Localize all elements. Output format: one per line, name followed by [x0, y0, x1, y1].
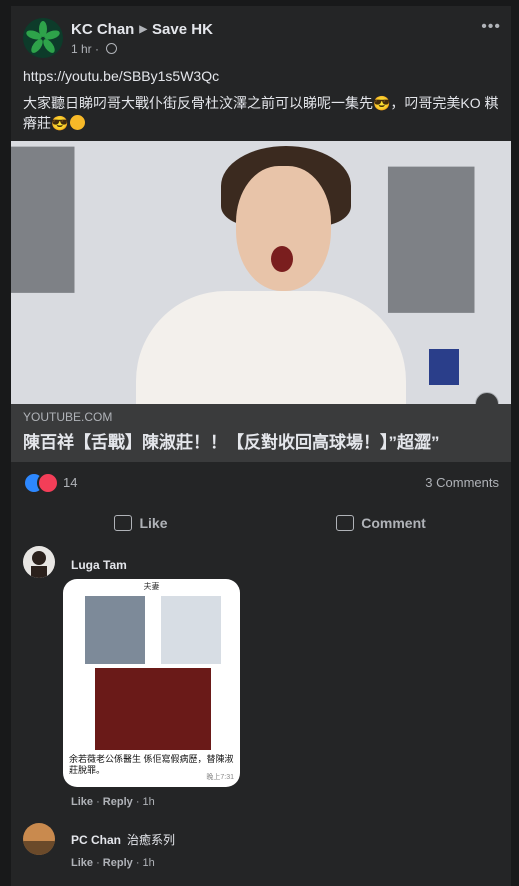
- link-title[interactable]: 陳百祥【舌戰】陳淑莊！！【反對收回高球場！】”超澀”: [23, 428, 440, 453]
- thumbnail-sprite: [429, 349, 459, 385]
- link-preview[interactable]: YOUTUBE.COM 陳百祥【舌戰】陳淑莊！！【反對收回高球場！】”超澀”: [11, 404, 511, 462]
- post-time[interactable]: 1 hr: [71, 42, 92, 56]
- comment-time[interactable]: 1h: [143, 796, 155, 808]
- emoji-icon: [70, 115, 86, 130]
- globe-icon: [106, 43, 118, 54]
- post-link[interactable]: https://youtu.be/SBBy1s5W3Qc: [23, 68, 219, 84]
- image-header: 夫妻: [143, 582, 160, 591]
- commenter-name: PC Chan 治癒系列: [71, 831, 175, 848]
- comment-reply[interactable]: Reply: [103, 796, 133, 808]
- comment-reply[interactable]: Reply: [103, 857, 133, 869]
- post-meta: 1 hr ·: [71, 42, 118, 56]
- background-graphic-right: ▉: [391, 173, 484, 307]
- love-reaction-icon: [37, 472, 59, 494]
- comment-like[interactable]: Like: [71, 857, 93, 869]
- link-domain: YOUTUBE.COM: [23, 410, 113, 424]
- thumbnail-mouth: [271, 246, 293, 272]
- commenter-name-text[interactable]: PC Chan: [71, 833, 121, 847]
- post-text-content: 大家聽日睇叼哥大戰仆街反骨杜汶澤之前可以睇呢一集先😎，叼哥完美KO 粸瘠莊😎: [23, 95, 499, 131]
- arrow-right-icon: ▶: [139, 24, 148, 35]
- comment-time[interactable]: 1h: [143, 857, 155, 869]
- comment-like[interactable]: Like: [71, 796, 93, 808]
- comment-label: Comment: [361, 515, 426, 531]
- author-name[interactable]: KC Chan: [71, 21, 134, 38]
- comment-icon: [336, 515, 355, 531]
- post-text: 大家聽日睇叼哥大戰仆街反骨杜汶澤之前可以睇呢一集先😎，叼哥完美KO 粸瘠莊😎: [23, 93, 501, 133]
- author-avatar[interactable]: [23, 18, 63, 58]
- comment-text: 治癒系列: [127, 833, 176, 847]
- like-icon: [114, 515, 133, 531]
- comment-button[interactable]: Comment: [261, 506, 501, 540]
- reaction-count[interactable]: 14: [63, 475, 77, 490]
- image-timestamp: 晚上7:31: [206, 774, 234, 781]
- comments-count[interactable]: 3 Comments: [425, 475, 499, 490]
- thumbnail-shirt: [136, 291, 406, 404]
- image-photo-main: [95, 668, 211, 750]
- image-photo-man: [85, 596, 145, 664]
- like-button[interactable]: Like: [21, 506, 261, 540]
- commenter-name[interactable]: Luga Tam: [71, 558, 127, 572]
- play-icon[interactable]: [475, 392, 499, 404]
- commenter-avatar[interactable]: [23, 546, 55, 578]
- comment-actions: Like · Reply · 1h: [71, 796, 155, 808]
- post-header: KC Chan ▶ Save HK: [71, 21, 213, 38]
- like-label: Like: [139, 515, 168, 531]
- video-thumbnail[interactable]: ▉ ▉: [11, 141, 511, 404]
- thumbnail-face: [236, 166, 331, 291]
- commenter-avatar[interactable]: [23, 823, 55, 855]
- post-card: KC Chan ▶ Save HK 1 hr · ••• https://youtu…: [11, 6, 511, 886]
- comment-actions: Like · Reply · 1h: [71, 857, 155, 869]
- image-photo-woman: [161, 596, 221, 664]
- post-actions: Like Comment: [11, 506, 511, 540]
- comment-image[interactable]: 夫妻 余若薇老公係醫生 係佢寫假病歷，替陳淑莊脫罪。 晚上7:31: [63, 579, 240, 787]
- background-graphic: ▉: [11, 153, 84, 287]
- group-name[interactable]: Save HK: [152, 21, 213, 38]
- more-icon[interactable]: •••: [481, 18, 501, 36]
